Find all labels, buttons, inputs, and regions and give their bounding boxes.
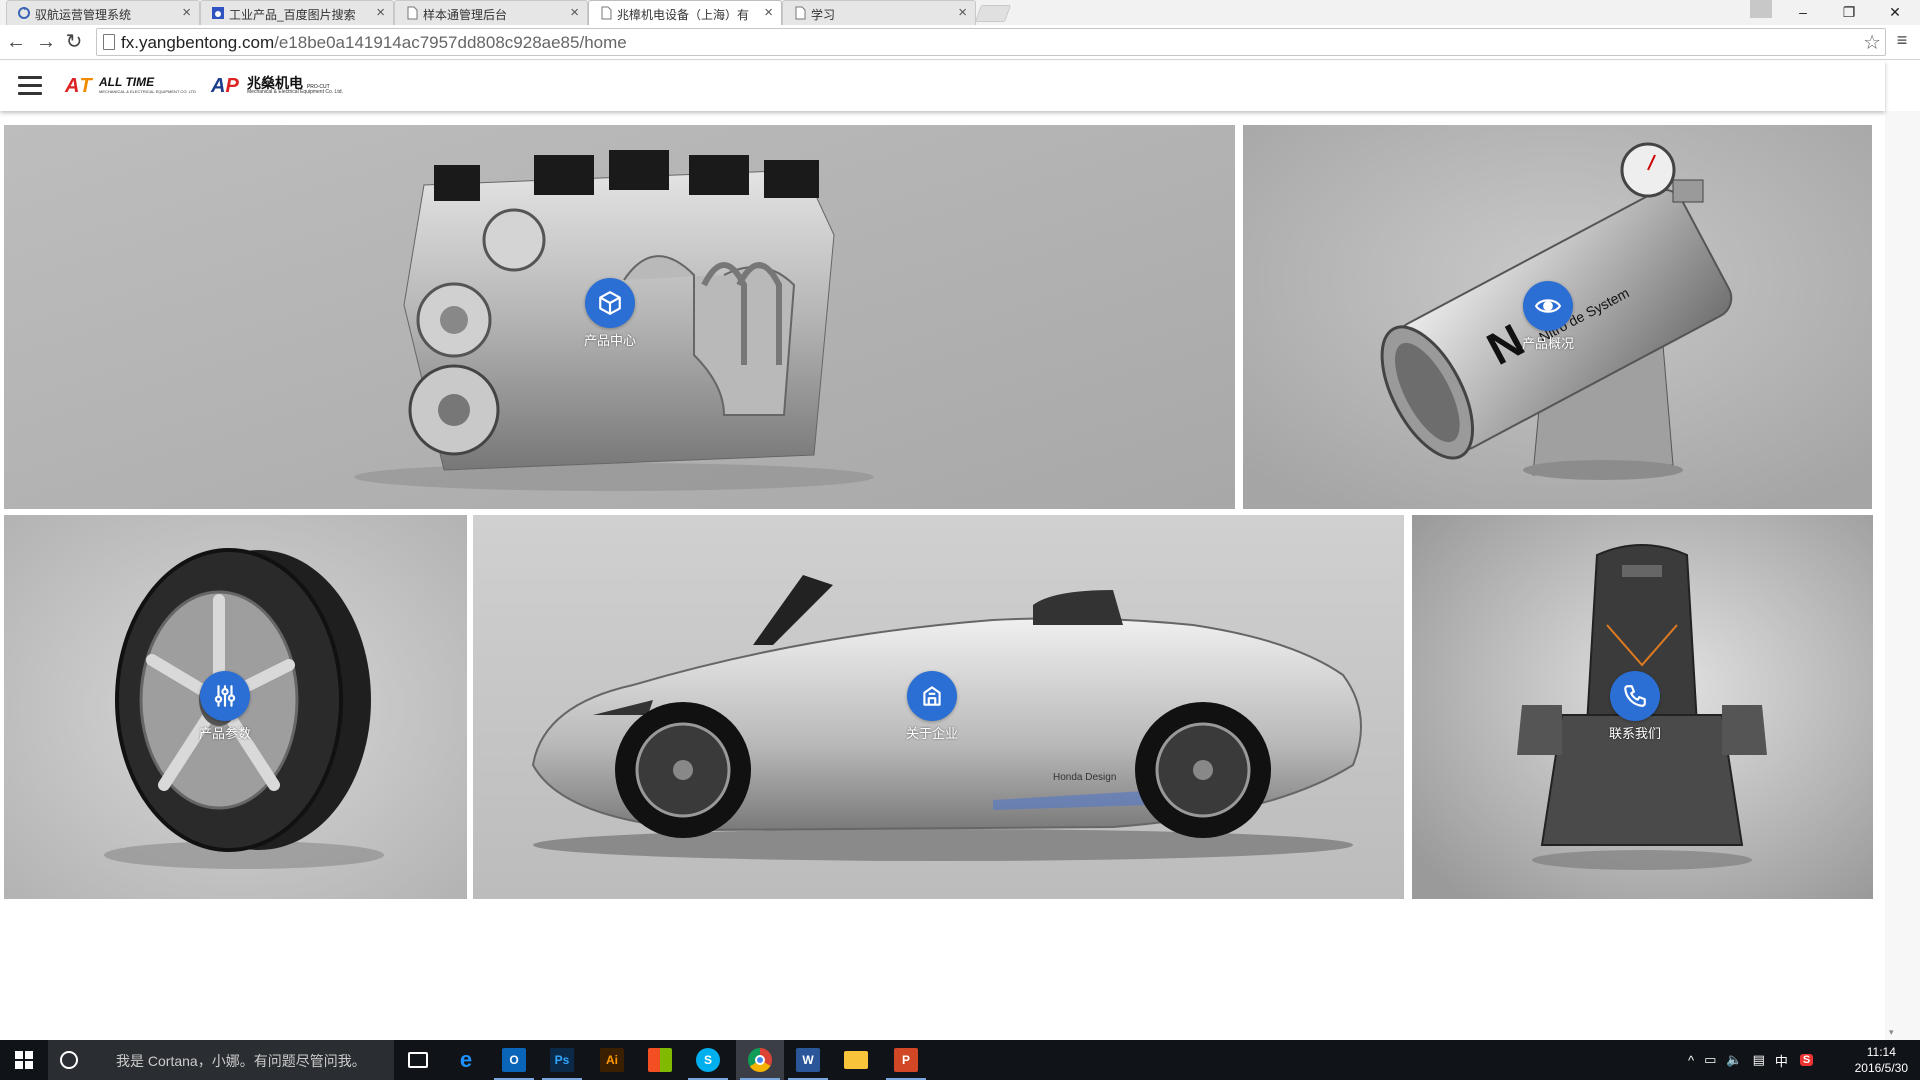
url-text[interactable]: fx.yangbentong.com/e18be0a141914ac7957dd… xyxy=(121,33,627,53)
tile-product-center[interactable]: 产品中心 xyxy=(4,125,1235,509)
page-icon xyxy=(407,6,418,20)
tile-label: 联系我们 xyxy=(1608,726,1661,741)
baidu-paw-icon xyxy=(212,7,224,19)
browser-tab-title: 学习 xyxy=(811,8,836,22)
tile-contact-us[interactable]: 联系我们 xyxy=(1412,515,1873,899)
alltime-logo-mark: AT xyxy=(65,75,92,97)
back-button[interactable]: ← xyxy=(4,30,28,54)
file-explorer-icon[interactable] xyxy=(832,1040,880,1080)
browser-tab-title: 工业产品_百度图片搜索 xyxy=(229,8,356,22)
cortana-placeholder: 我是 Cortana，小娜。有问题尽管问我。 xyxy=(116,1053,366,1069)
browser-tab[interactable]: 工业产品_百度图片搜索 × xyxy=(200,0,394,25)
browser-menu-icon[interactable]: ≡ xyxy=(1892,30,1912,51)
browser-tab[interactable]: 学习 × xyxy=(782,0,976,25)
close-icon[interactable]: × xyxy=(570,4,579,21)
browser-tab-title: 驭航运营管理系统 xyxy=(35,8,132,22)
page-icon xyxy=(795,6,806,20)
sliders-icon xyxy=(214,685,236,707)
profile-icon[interactable] xyxy=(1750,0,1772,18)
word-icon[interactable]: W xyxy=(784,1040,832,1080)
powerpoint-icon[interactable]: P xyxy=(882,1040,930,1080)
scroll-down-icon[interactable]: ▾ xyxy=(1889,1027,1894,1038)
site-header: AT ALL TIME MECHANICAL & ELECTRICAL EQUI… xyxy=(0,61,1885,111)
tile-product-overview[interactable]: N Nitro de System 产品概况 xyxy=(1243,125,1872,509)
close-icon[interactable]: × xyxy=(182,4,191,21)
product-parameters-button[interactable]: 产品参数 xyxy=(165,671,285,742)
cube-icon xyxy=(599,291,621,315)
tile-label: 产品概况 xyxy=(1521,336,1574,351)
product-center-button[interactable]: 产品中心 xyxy=(550,278,670,349)
about-company-button[interactable]: 关于企业 xyxy=(872,671,992,742)
edge-icon[interactable]: e xyxy=(442,1040,490,1080)
browser-tab-title: 样本通管理后台 xyxy=(423,8,508,22)
product-overview-button[interactable]: 产品概况 xyxy=(1488,281,1608,352)
system-tray: ^ ▭ 🔈 ▤ 中 S xyxy=(1688,1040,1814,1080)
bookmark-star-icon[interactable]: ☆ xyxy=(1863,30,1881,55)
close-icon[interactable]: × xyxy=(958,4,967,21)
contact-us-button[interactable]: 联系我们 xyxy=(1575,671,1695,742)
taskbar-clock[interactable]: 11:14 2016/5/30 xyxy=(1855,1044,1908,1076)
photoshop-icon[interactable]: Ps xyxy=(538,1040,586,1080)
sogou-icon[interactable]: S xyxy=(1799,1054,1814,1066)
windows-taskbar: 我是 Cortana，小娜。有问题尽管问我。 e O Ps Ai S W P ^… xyxy=(0,1040,1920,1080)
start-button[interactable] xyxy=(0,1040,48,1080)
restore-button[interactable]: ❐ xyxy=(1826,0,1872,25)
reload-button[interactable]: ↻ xyxy=(62,30,86,54)
address-bar[interactable]: fx.yangbentong.com/e18be0a141914ac7957dd… xyxy=(96,28,1886,56)
outlook-icon[interactable]: O xyxy=(490,1040,538,1080)
svg-text:Honda Design: Honda Design xyxy=(1053,772,1116,783)
chevron-up-icon[interactable]: ^ xyxy=(1688,1053,1694,1068)
logo-name: ALL TIME xyxy=(99,75,155,89)
browser-tabstrip: 驭航运营管理系统 × 工业产品_百度图片搜索 × 样本通管理后台 × 兆樟机电设… xyxy=(0,0,1920,26)
volume-muted-icon[interactable]: 🔈 xyxy=(1726,1052,1742,1068)
tile-label: 产品中心 xyxy=(583,333,636,348)
page-scrollbar[interactable]: ▾ xyxy=(1885,111,1920,1040)
hamburger-menu-icon[interactable] xyxy=(18,76,42,96)
browser-tab[interactable]: 驭航运营管理系统 × xyxy=(6,0,200,25)
tile-about-company[interactable]: Honda Design 关于企业 xyxy=(473,515,1404,899)
tile-label: 产品参数 xyxy=(198,726,251,741)
cortana-icon xyxy=(60,1051,78,1069)
logo-subtitle: MECHANICAL & ELECTRICAL EQUIPMENT CO. LT… xyxy=(99,89,196,94)
logo-subtitle: Mechanical & Electrical Equipment Co. Lt… xyxy=(247,89,343,95)
ime-indicator[interactable]: 中 xyxy=(1775,1051,1788,1070)
sync-icon xyxy=(18,7,30,19)
building-icon xyxy=(923,686,941,706)
page-icon xyxy=(103,34,115,50)
cortana-search-box[interactable]: 我是 Cortana，小娜。有问题尽管问我。 xyxy=(48,1040,394,1080)
windows-logo-icon xyxy=(15,1051,33,1069)
tile-label: 关于企业 xyxy=(905,726,958,741)
close-icon[interactable]: × xyxy=(376,4,385,21)
network-icon[interactable]: ▭ xyxy=(1704,1052,1716,1068)
eye-icon xyxy=(1535,299,1561,313)
chrome-icon[interactable] xyxy=(736,1040,784,1080)
close-window-button[interactable]: ✕ xyxy=(1872,0,1918,25)
notifications-icon[interactable]: ▤ xyxy=(1753,1052,1765,1068)
browser-tab-title: 兆樟机电设备（上海）有 xyxy=(617,8,750,22)
new-tab-button[interactable] xyxy=(974,5,1012,22)
phone-icon xyxy=(1624,685,1646,707)
clock-time: 11:14 xyxy=(1866,1045,1896,1059)
tile-product-parameters[interactable]: 产品参数 xyxy=(4,515,467,899)
browser-tab[interactable]: 样本通管理后台 × xyxy=(394,0,588,25)
store-icon[interactable] xyxy=(636,1040,684,1080)
task-view-icon[interactable] xyxy=(394,1040,442,1080)
page-icon xyxy=(601,6,612,20)
forward-button[interactable]: → xyxy=(34,30,58,54)
minimize-button[interactable]: – xyxy=(1780,0,1826,25)
browser-tab-active[interactable]: 兆樟机电设备（上海）有 × xyxy=(588,0,782,26)
close-icon[interactable]: × xyxy=(764,4,773,21)
clock-date: 2016/5/30 xyxy=(1854,1061,1908,1075)
browser-toolbar: ← → ↻ fx.yangbentong.com/e18be0a141914ac… xyxy=(0,25,1920,60)
illustrator-icon[interactable]: Ai xyxy=(588,1040,636,1080)
skype-icon[interactable]: S xyxy=(684,1040,732,1080)
procut-logo-mark: AP xyxy=(211,75,239,97)
